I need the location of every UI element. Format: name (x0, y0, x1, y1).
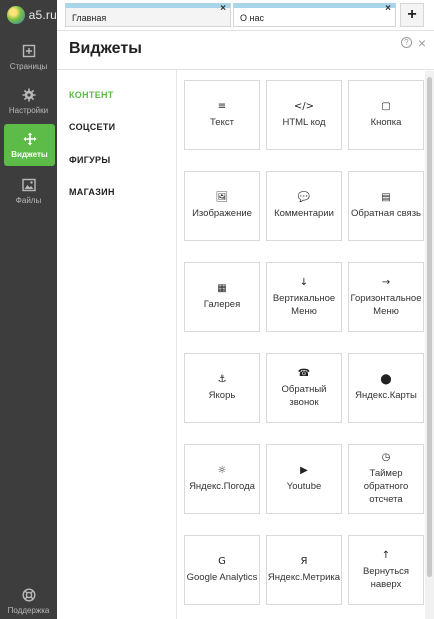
close-icon[interactable]: × (418, 35, 426, 51)
yandex-maps-icon: ⬤ (380, 374, 392, 385)
rail-item-label: Поддержка (7, 605, 50, 615)
countdown-timer-icon: ◷ (381, 452, 391, 463)
tab-label: О нас (240, 13, 264, 23)
widget-label: Яндекс.Метрика (267, 572, 341, 583)
category-social[interactable]: СОЦСЕТИ (69, 122, 115, 132)
logo-text: a5.ru (28, 8, 57, 22)
widget-image[interactable]: 🖼 Изображение (184, 171, 260, 241)
rail-item-settings[interactable]: Настройки (0, 80, 57, 122)
gear-icon (22, 88, 35, 101)
widget-label: Галерея (203, 299, 241, 310)
widgets-panel: Виджеты ? × КОНТЕНТ СОЦСЕТИ ФИГУРЫ МАГАЗ… (57, 30, 434, 619)
tab-close-icon[interactable]: × (220, 3, 226, 14)
widget-grid-scrollbar[interactable] (425, 71, 434, 619)
widget-anchor[interactable]: ⚓ Якорь (184, 353, 260, 423)
widget-label: HTML код (282, 117, 326, 128)
widget-google-analytics[interactable]: G Google Analytics (184, 535, 260, 605)
category-shop[interactable]: МАГАЗИН (69, 187, 115, 197)
tab-label: Главная (72, 13, 107, 23)
widget-yandex-metrika[interactable]: Я Яндекс.Метрика (266, 535, 342, 605)
widget-grid: ≡ Текст </> HTML код ▢ Кнопка 🖼 Изображение 💬 Ком… (178, 70, 425, 619)
widget-categories: КОНТЕНТ СОЦСЕТИ ФИГУРЫ МАГАЗИН (57, 70, 177, 619)
widget-youtube[interactable]: ▶ Youtube (266, 444, 342, 514)
scroll-thumb[interactable] (427, 77, 432, 577)
help-icon[interactable]: ? (400, 37, 412, 48)
widget-label: Youtube (286, 481, 322, 492)
vertical-menu-icon: ↓ (299, 276, 309, 288)
logo-globe-icon (7, 6, 25, 24)
widget-button[interactable]: ▢ Кнопка (348, 80, 424, 150)
widget-label: Таймер обратного отсчета (363, 468, 409, 505)
widget-label: Текст (210, 117, 234, 128)
html-code-icon: </> (293, 101, 315, 112)
widget-label: Обратный звонок (281, 383, 327, 408)
widget-back-to-top[interactable]: ↑ Вернуться наверх (348, 535, 424, 605)
widget-text[interactable]: ≡ Текст (184, 80, 260, 150)
widget-label: Яндекс.Карты (355, 390, 417, 401)
widget-label: Якорь (208, 390, 236, 401)
yandex-metrika-icon: Я (300, 556, 308, 567)
tab-close-icon[interactable]: × (385, 3, 391, 14)
widget-label: Вернуться наверх (362, 565, 410, 590)
image-icon: 🖼 (215, 192, 229, 203)
widget-label: Горизонтальное Меню (350, 292, 422, 317)
rail-item-label: Настройки (8, 105, 49, 115)
left-rail: a5.ru Страницы Настройки Виджеты Файлы П… (0, 0, 57, 619)
widget-html-code[interactable]: </> HTML код (266, 80, 342, 150)
gallery-icon: ▦ (217, 283, 227, 294)
widget-label: Комментарии (274, 208, 334, 219)
widget-comments[interactable]: 💬 Комментарии (266, 171, 342, 241)
rail-item-pages[interactable]: Страницы (0, 36, 57, 78)
yandex-weather-icon: ☼ (217, 465, 227, 476)
rail-item-widgets[interactable]: Виджеты (4, 124, 55, 166)
widget-label: Вертикальное Меню (272, 292, 336, 317)
widget-countdown-timer[interactable]: ◷ Таймер обратного отсчета (348, 444, 424, 514)
panel-title: Виджеты (69, 40, 142, 57)
rail-item-label: Файлы (15, 195, 42, 205)
text-icon: ≡ (217, 101, 227, 112)
widget-label: Кнопка (370, 117, 402, 128)
widget-vertical-menu[interactable]: ↓ Вертикальное Меню (266, 262, 342, 332)
callback-icon: ☎ (297, 367, 311, 379)
widget-gallery[interactable]: ▦ Галерея (184, 262, 260, 332)
rail-item-files[interactable]: Файлы (0, 170, 57, 212)
widget-yandex-weather[interactable]: ☼ Яндекс.Погода (184, 444, 260, 514)
horizontal-menu-icon: → (381, 276, 391, 288)
widget-label: Яндекс.Погода (189, 481, 255, 492)
rail-item-label: Страницы (9, 61, 48, 71)
comments-icon: 💬 (297, 192, 311, 203)
button-icon: ▢ (381, 101, 391, 112)
widget-feedback[interactable]: ▤ Обратная связь (348, 171, 424, 241)
logo[interactable]: a5.ru (0, 0, 57, 30)
widget-yandex-maps[interactable]: ⬤ Яндекс.Карты (348, 353, 424, 423)
category-content[interactable]: КОНТЕНТ (69, 90, 114, 100)
widget-callback[interactable]: ☎ Обратный звонок (266, 353, 342, 423)
anchor-icon: ⚓ (217, 374, 227, 385)
feedback-icon: ▤ (381, 192, 391, 203)
plus-square-icon (22, 44, 35, 57)
rail-item-label: Виджеты (11, 149, 48, 159)
panel-controls: ? × (400, 35, 426, 51)
widget-label: Google Analytics (186, 572, 258, 583)
add-tab-button[interactable]: + (400, 3, 424, 27)
widget-label: Обратная связь (351, 208, 421, 219)
page-tabs: Главная × О нас × + (57, 0, 434, 30)
tab-about[interactable]: О нас × (233, 3, 396, 27)
back-to-top-icon: ↑ (381, 549, 391, 561)
tab-home[interactable]: Главная × (65, 3, 231, 27)
rail-item-support[interactable]: Поддержка (0, 584, 57, 618)
move-arrows-icon (23, 132, 36, 145)
youtube-icon: ▶ (300, 465, 308, 476)
widget-label: Изображение (192, 208, 252, 219)
category-shapes[interactable]: ФИГУРЫ (69, 155, 110, 165)
google-analytics-icon: G (218, 556, 226, 567)
image-icon (21, 178, 36, 191)
lifebuoy-icon (21, 587, 36, 602)
widget-horizontal-menu[interactable]: → Горизонтальное Меню (348, 262, 424, 332)
